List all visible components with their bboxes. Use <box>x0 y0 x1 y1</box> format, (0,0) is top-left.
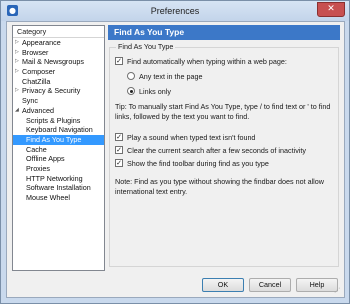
sidebar-item-mouse-wheel[interactable]: Mouse Wheel <box>13 193 104 203</box>
sidebar-item-sync[interactable]: Sync <box>13 96 104 106</box>
sidebar-item-browser[interactable]: ▷ Browser <box>13 48 104 58</box>
auto-find-label: Find automatically when typing within a … <box>127 57 287 66</box>
category-list: ▷ Appearance ▷ Browser ▷ Mail & Newsgroups ▷ Co… <box>13 38 104 203</box>
show-toolbar-label: Show the find toolbar during find as you… <box>127 159 269 168</box>
sidebar-item-proxies[interactable]: Proxies <box>13 164 104 174</box>
cancel-button[interactable]: Cancel <box>249 278 291 292</box>
sidebar-item-label: Keyboard Navigation <box>26 125 93 135</box>
dialog-body: Category ▷ Appearance ▷ Browser ▷ Mail & News… <box>6 21 345 298</box>
sidebar-item-scripts-plugins[interactable]: Scripts & Plugins <box>13 116 104 126</box>
sidebar-item-find-as-you-type[interactable]: Find As You Type <box>13 134 104 145</box>
category-tree[interactable]: Category ▷ Appearance ▷ Browser ▷ Mail & News… <box>12 25 105 271</box>
sidebar-item-advanced[interactable]: ◢ Advanced <box>13 106 104 116</box>
sidebar-item-label: Scripts & Plugins <box>26 115 81 125</box>
sidebar-item-composer[interactable]: ▷ Composer <box>13 67 104 77</box>
sidebar-item-label: Privacy & Security <box>22 86 81 96</box>
preferences-panel: Find As You Type Find As You Type ✓ Find… <box>108 25 340 271</box>
play-sound-checkbox[interactable]: ✓ <box>115 133 123 141</box>
expand-arrow-icon[interactable]: ▷ <box>15 48 22 58</box>
sidebar-item-label: Composer <box>22 67 56 77</box>
sidebar-item-mail-newsgroups[interactable]: ▷ Mail & Newsgroups <box>13 57 104 67</box>
auto-find-checkbox[interactable]: ✓ <box>115 57 123 65</box>
sidebar-item-offline-apps[interactable]: Offline Apps <box>13 154 104 164</box>
sidebar-item-cache[interactable]: Cache <box>13 145 104 155</box>
links-only-radio[interactable] <box>127 87 135 95</box>
sidebar-item-label: Software Installation <box>26 183 91 193</box>
category-header: Category <box>13 26 104 38</box>
any-text-radio[interactable] <box>127 72 135 80</box>
clear-search-checkbox[interactable]: ✓ <box>115 146 123 154</box>
sidebar-item-label: Advanced <box>22 105 54 115</box>
check-icon: ✓ <box>116 57 122 65</box>
show-toolbar-checkbox[interactable]: ✓ <box>115 159 123 167</box>
ok-button[interactable]: OK <box>202 278 244 292</box>
close-button[interactable]: ✕ <box>317 2 345 17</box>
help-button[interactable]: Help <box>296 278 338 292</box>
sidebar-item-label: Cache <box>26 144 47 154</box>
sidebar-item-chatzilla[interactable]: ChatZilla <box>13 77 104 87</box>
sidebar-item-http-networking[interactable]: HTTP Networking <box>13 174 104 184</box>
expand-arrow-icon[interactable]: ▷ <box>15 57 22 67</box>
check-icon: ✓ <box>116 133 122 141</box>
sidebar-item-software-installation[interactable]: Software Installation <box>13 183 104 193</box>
expand-arrow-icon[interactable]: ▷ <box>15 86 22 96</box>
clear-search-label: Clear the current search after a few sec… <box>127 146 306 155</box>
resize-grip-icon[interactable]: ⋰ <box>334 287 342 295</box>
play-sound-label: Play a sound when typed text isn't found <box>127 133 256 142</box>
group-label: Find As You Type <box>116 42 176 51</box>
sidebar-item-label: Browser <box>22 47 49 57</box>
check-icon: ✓ <box>116 146 122 154</box>
any-text-label: Any text in the page <box>139 72 203 81</box>
expand-arrow-icon[interactable]: ▷ <box>15 38 22 48</box>
sidebar-item-label: Offline Apps <box>26 154 65 164</box>
preferences-window: ● Preferences ✕ Category ▷ Appearance ▷ Bro… <box>0 0 350 304</box>
check-icon: ✓ <box>116 159 122 167</box>
sidebar-item-label: Find As You Type <box>26 134 82 144</box>
sidebar-item-label: Mail & Newsgroups <box>22 57 84 67</box>
close-icon: ✕ <box>327 4 335 14</box>
expand-arrow-icon[interactable]: ▷ <box>15 67 22 77</box>
find-as-you-type-group: Find As You Type ✓ Find automatically wh… <box>109 42 339 267</box>
note-text: Note: Find as you type without showing t… <box>115 177 324 196</box>
sidebar-item-privacy-security[interactable]: ▷ Privacy & Security <box>13 86 104 96</box>
tip-text: Tip: To manually start Find As You Type,… <box>115 102 331 121</box>
sidebar-item-label: Mouse Wheel <box>26 193 70 202</box>
sidebar-item-label: Appearance <box>22 38 61 47</box>
sidebar-item-appearance[interactable]: ▷ Appearance <box>13 38 104 48</box>
sidebar-item-label: Proxies <box>26 163 50 173</box>
panel-title: Find As You Type <box>108 25 340 40</box>
links-only-label: Links only <box>139 87 171 96</box>
title-bar[interactable]: ● Preferences ✕ <box>1 1 349 21</box>
sidebar-item-label: ChatZilla <box>22 76 51 86</box>
sidebar-item-keyboard-navigation[interactable]: Keyboard Navigation <box>13 125 104 135</box>
sidebar-item-label: HTTP Networking <box>26 173 83 183</box>
sidebar-item-label: Sync <box>22 96 38 106</box>
window-title: Preferences <box>150 6 200 16</box>
expand-arrow-icon[interactable]: ◢ <box>15 106 22 116</box>
